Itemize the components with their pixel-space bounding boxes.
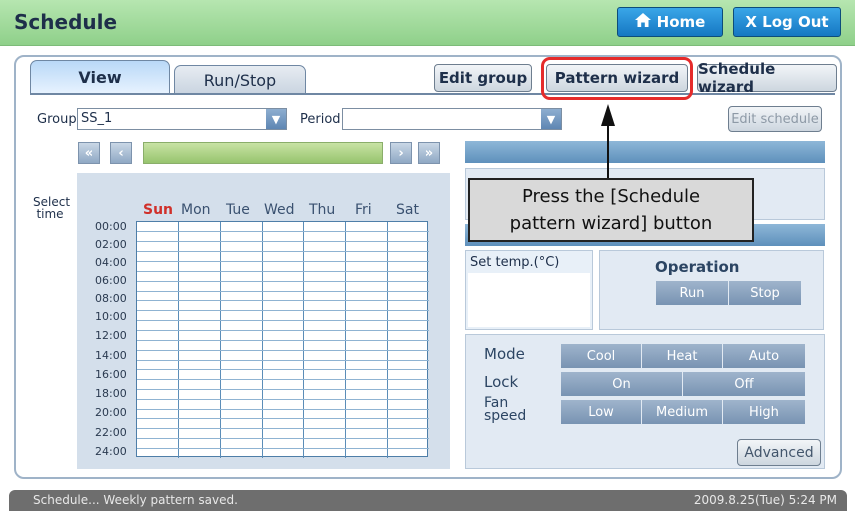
time-label-02: 02:00 (95, 238, 127, 251)
pattern-wizard-highlight (541, 57, 693, 100)
callout-box: Press the [Schedule pattern wizard] butt… (468, 178, 754, 242)
tab-run-stop[interactable]: Run/Stop (174, 65, 306, 94)
fan-high-button[interactable]: High (723, 400, 805, 424)
tab-view[interactable]: View (30, 60, 170, 94)
status-bar: Schedule... Weekly pattern saved. 2009.8… (9, 490, 847, 511)
schedule-wizard-button[interactable]: Schedule wizard (697, 60, 837, 96)
time-label-18: 18:00 (95, 387, 127, 400)
day-fri: Fri (355, 202, 372, 218)
period-dropdown-icon[interactable]: ▼ (541, 109, 561, 129)
run-button[interactable]: Run (656, 281, 728, 305)
group-dropdown-icon[interactable]: ▼ (266, 109, 286, 129)
edit-group-button[interactable]: Edit group (434, 64, 532, 92)
mode-cool-button[interactable]: Cool (561, 344, 641, 368)
schedule-grid-lines (137, 222, 429, 458)
app-title: Schedule (14, 10, 118, 34)
set-temp-value-box[interactable] (468, 273, 590, 327)
day-tue: Tue (226, 202, 250, 218)
fan-speed-label: Fan speed (484, 395, 527, 424)
home-label: Home (656, 13, 706, 31)
period-select[interactable] (342, 108, 562, 130)
select-time-label: Select time (33, 195, 71, 221)
home-button[interactable]: Home (617, 7, 723, 37)
lock-on-button[interactable]: On (561, 372, 682, 396)
time-label-14: 14:00 (95, 349, 127, 362)
info-header-bar (465, 141, 825, 163)
lock-off-button[interactable]: Off (683, 372, 805, 396)
day-sun: Sun (143, 202, 174, 218)
group-label: Group (37, 112, 77, 127)
status-datetime: 2009.8.25(Tue) 5:24 PM (693, 493, 837, 507)
period-progress-bar (143, 142, 383, 164)
time-label-06: 06:00 (95, 274, 127, 287)
time-label-16: 16:00 (95, 368, 127, 381)
day-wed: Wed (264, 202, 295, 218)
set-temp-panel: Set temp.(°C) (465, 250, 593, 330)
time-label-10: 10:00 (95, 310, 127, 323)
fan-low-button[interactable]: Low (561, 400, 641, 424)
time-label-20: 20:00 (95, 406, 127, 419)
mode-auto-button[interactable]: Auto (723, 344, 805, 368)
stop-button[interactable]: Stop (729, 281, 801, 305)
day-mon: Mon (181, 202, 211, 218)
group-select[interactable]: SS_1 (77, 108, 287, 130)
logout-button[interactable]: X Log Out (733, 7, 841, 37)
first-page-icon[interactable]: « (78, 142, 100, 164)
edit-schedule-button[interactable]: Edit schedule (728, 106, 822, 132)
callout-arrow-icon (601, 104, 615, 180)
last-page-icon[interactable]: » (418, 142, 440, 164)
group-value: SS_1 (81, 111, 113, 126)
advanced-button[interactable]: Advanced (737, 439, 821, 466)
mode-heat-button[interactable]: Heat (642, 344, 722, 368)
operation-panel: Operation Run Stop (599, 250, 824, 330)
set-temp-label: Set temp.(°C) (470, 255, 560, 270)
home-icon (634, 13, 651, 31)
time-label-04: 04:00 (95, 256, 127, 269)
mode-label: Mode (484, 345, 525, 363)
prev-page-icon[interactable]: ‹ (110, 142, 132, 164)
period-label: Period (300, 112, 341, 127)
time-label-24: 24:00 (95, 445, 127, 458)
day-thu: Thu (309, 202, 336, 218)
logout-label: X Log Out (745, 13, 829, 31)
lock-label: Lock (484, 373, 519, 391)
callout-line-1: Press the [Schedule (521, 186, 701, 207)
schedule-grid[interactable] (136, 221, 429, 458)
title-bar (0, 0, 855, 46)
next-page-icon[interactable]: › (390, 142, 412, 164)
callout-line-2: pattern wizard] button (509, 213, 713, 234)
time-label-08: 08:00 (95, 292, 127, 305)
fan-medium-button[interactable]: Medium (642, 400, 722, 424)
time-label-22: 22:00 (95, 426, 127, 439)
tab-run-stop-label: Run/Stop (203, 70, 277, 90)
time-label-12: 12:00 (95, 329, 127, 342)
time-label-00: 00:00 (95, 220, 127, 233)
day-sat: Sat (396, 202, 419, 218)
status-message: Schedule... Weekly pattern saved. (33, 493, 238, 507)
mode-panel: Mode Cool Heat Auto Lock On Off Fan spee… (465, 334, 825, 469)
tab-view-label: View (78, 68, 122, 87)
operation-label: Operation (655, 258, 740, 276)
